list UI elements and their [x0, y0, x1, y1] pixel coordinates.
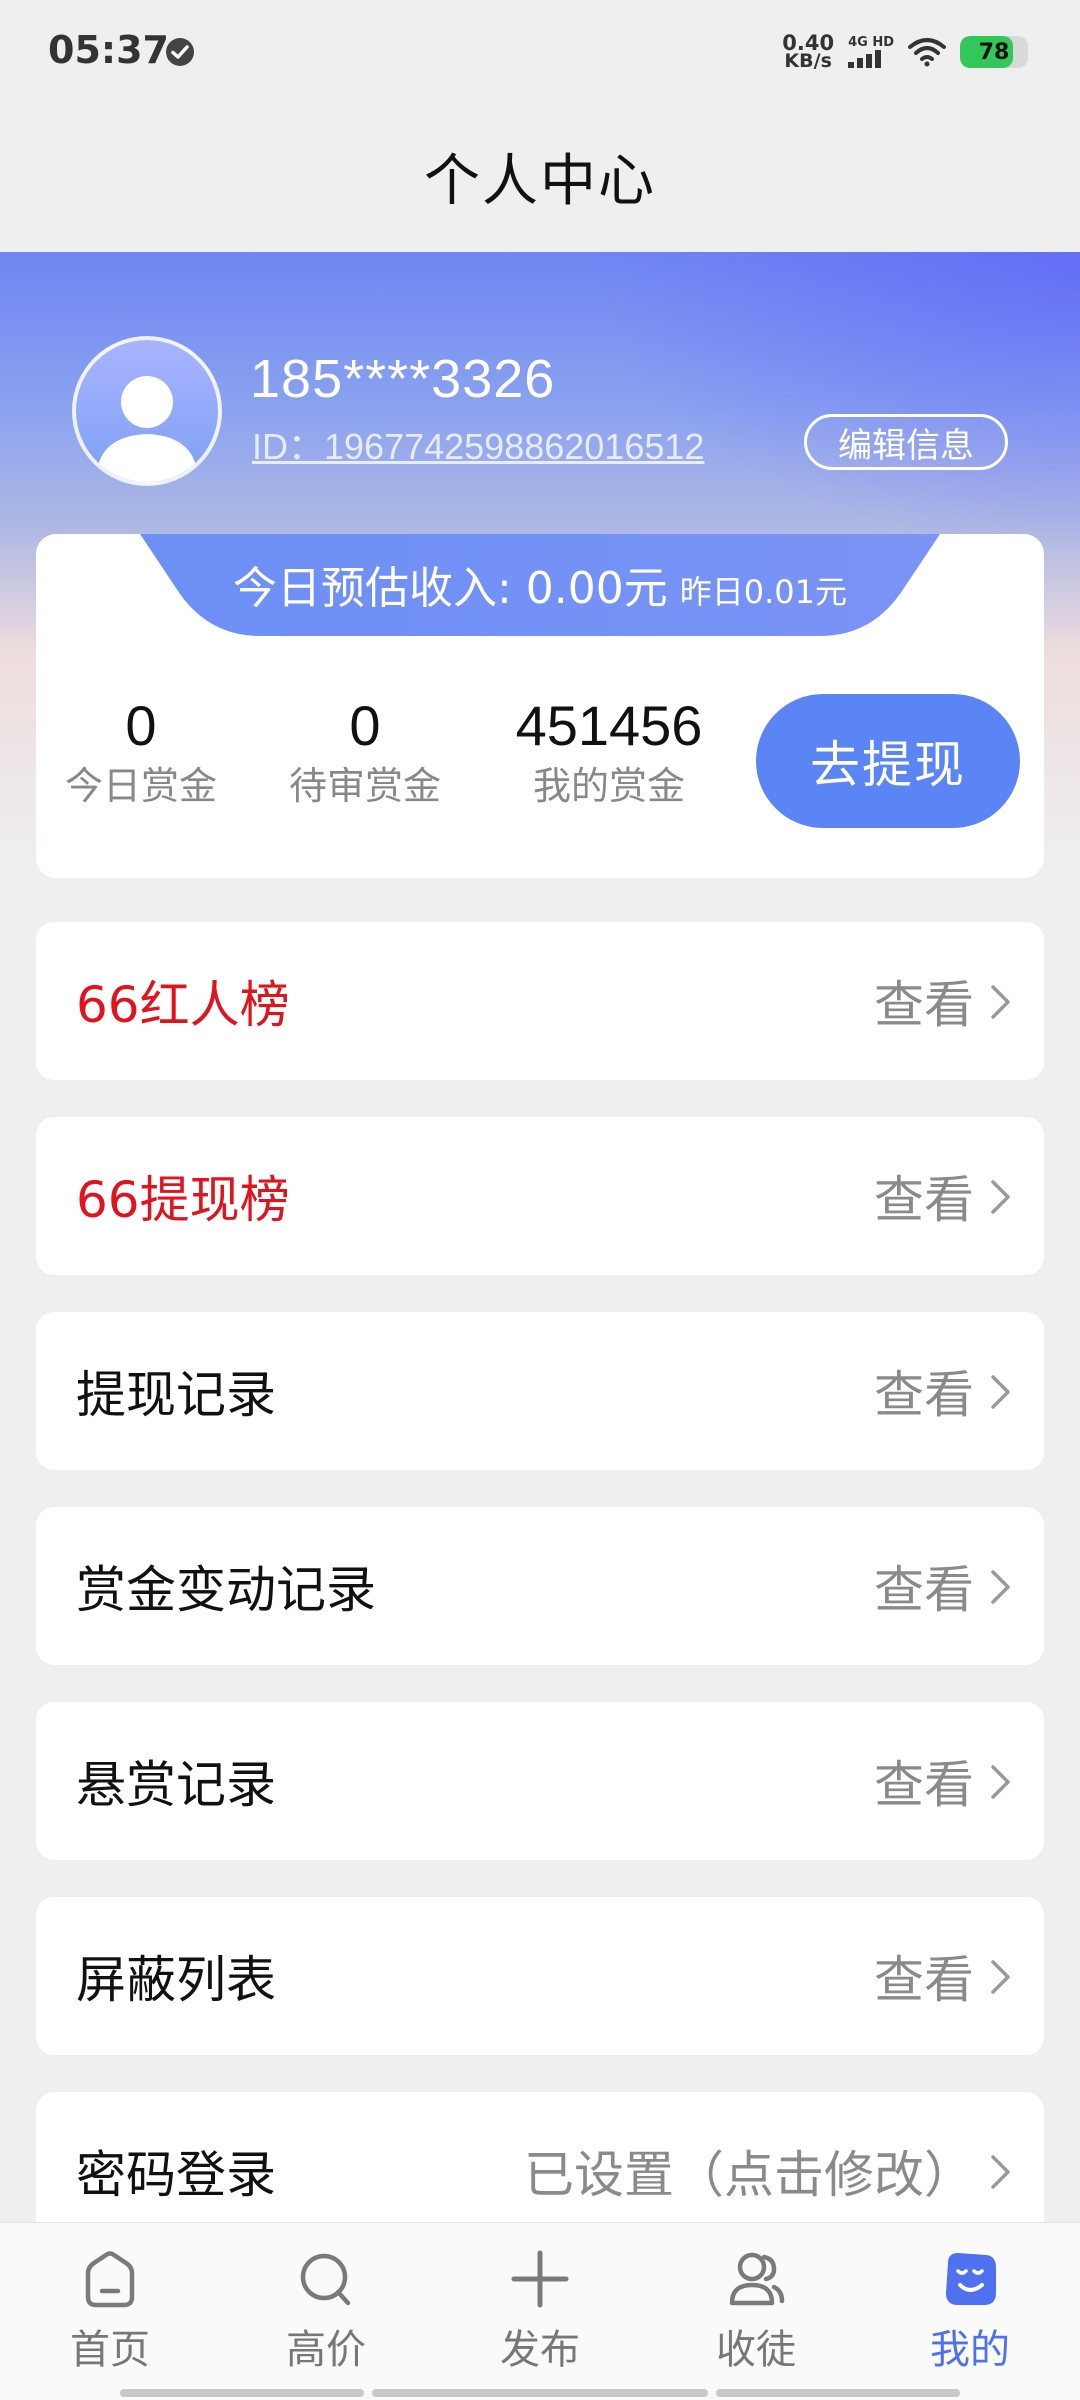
menu-row-label: 赏金变动记录	[76, 1561, 376, 1619]
bottom-tab-bar: 首页 高价 发布 收徒 我的	[0, 2222, 1080, 2400]
wifi-icon	[908, 38, 946, 67]
menu-row-red-ranking[interactable]: 66红人榜 查看	[36, 922, 1044, 1080]
status-icons: 0.40 KB/s 4G HD 78	[782, 30, 1028, 74]
chevron-right-icon	[991, 985, 1010, 1019]
status-bar: 05:37 0.40 KB/s 4G HD 78	[0, 0, 1080, 100]
stat-today[interactable]: 0 今日赏金	[36, 694, 246, 814]
menu-row-label: 66提现榜	[76, 1171, 290, 1229]
edit-profile-button[interactable]: 编辑信息	[804, 414, 1008, 470]
tab-mine[interactable]: 我的	[862, 2223, 1078, 2400]
home-icon	[85, 2251, 135, 2308]
menu-row-withdraw-ranking[interactable]: 66提现榜 查看	[36, 1117, 1044, 1275]
menu-row-action: 查看	[874, 976, 974, 1034]
battery-indicator: 78	[960, 36, 1028, 68]
menu-row-action: 查看	[874, 1171, 974, 1229]
user-silhouette-icon	[96, 376, 198, 482]
tab-home[interactable]: 首页	[2, 2223, 218, 2400]
menu-row-label: 屏蔽列表	[76, 1951, 276, 2009]
user-id[interactable]: ID：1967742598862016512	[252, 418, 704, 470]
withdraw-button[interactable]: 去提现	[756, 694, 1020, 828]
earnings-card: 今日预估收入: 0.00元 昨日0.01元 0 今日赏金 0 待审赏金 45145…	[36, 534, 1044, 878]
chevron-right-icon	[991, 2155, 1010, 2189]
chevron-right-icon	[991, 1570, 1010, 1604]
tab-recruit[interactable]: 收徒	[648, 2223, 864, 2400]
stat-my-bounty[interactable]: 451456 我的赏金	[504, 694, 714, 814]
page-title: 个人中心	[424, 148, 656, 214]
menu-row-action: 查看	[874, 1561, 974, 1619]
menu-row-action: 查看	[874, 1756, 974, 1814]
plus-icon	[511, 2250, 569, 2308]
yesterday-income: 昨日0.01元	[679, 573, 848, 611]
menu-row-action: 查看	[874, 1951, 974, 2009]
chevron-right-icon	[991, 1765, 1010, 1799]
home-indicator	[716, 2389, 960, 2397]
menu-row-withdraw-records[interactable]: 提现记录 查看	[36, 1312, 1044, 1470]
network-speed: 0.40 KB/s	[782, 31, 835, 72]
menu-row-label: 66红人榜	[76, 976, 290, 1034]
verified-check-icon	[166, 38, 194, 66]
username: 185****3326	[250, 349, 556, 409]
menu-row-block-list[interactable]: 屏蔽列表 查看	[36, 1897, 1044, 2055]
search-icon	[300, 2253, 351, 2306]
home-indicator	[372, 2389, 708, 2397]
smile-face-icon	[946, 2253, 996, 2305]
signal-icon	[848, 50, 882, 68]
menu-row-label: 提现记录	[76, 1366, 276, 1424]
chevron-right-icon	[991, 1960, 1010, 1994]
network-type: 4G HD	[848, 36, 894, 68]
stats-row: 0 今日赏金 0 待审赏金 451456 我的赏金	[36, 694, 756, 814]
tab-high-price[interactable]: 高价	[218, 2223, 434, 2400]
home-indicator	[120, 2389, 364, 2397]
users-icon	[729, 2252, 785, 2306]
today-estimate: 今日预估收入: 0.00元	[232, 563, 668, 614]
avatar[interactable]	[72, 336, 222, 486]
menu-row-reward-records[interactable]: 悬赏记录 查看	[36, 1702, 1044, 1860]
chevron-right-icon	[991, 1180, 1010, 1214]
chevron-right-icon	[991, 1375, 1010, 1409]
menu-row-bounty-changes[interactable]: 赏金变动记录 查看	[36, 1507, 1044, 1665]
menu-row-label: 悬赏记录	[76, 1756, 276, 1814]
stat-pending[interactable]: 0 待审赏金	[260, 694, 470, 814]
earnings-banner: 今日预估收入: 0.00元 昨日0.01元	[140, 534, 940, 636]
title-bar: 个人中心	[0, 100, 1080, 252]
tab-publish[interactable]: 发布	[432, 2223, 648, 2400]
menu-row-action: 查看	[874, 1366, 974, 1424]
status-time: 05:37	[48, 28, 169, 72]
